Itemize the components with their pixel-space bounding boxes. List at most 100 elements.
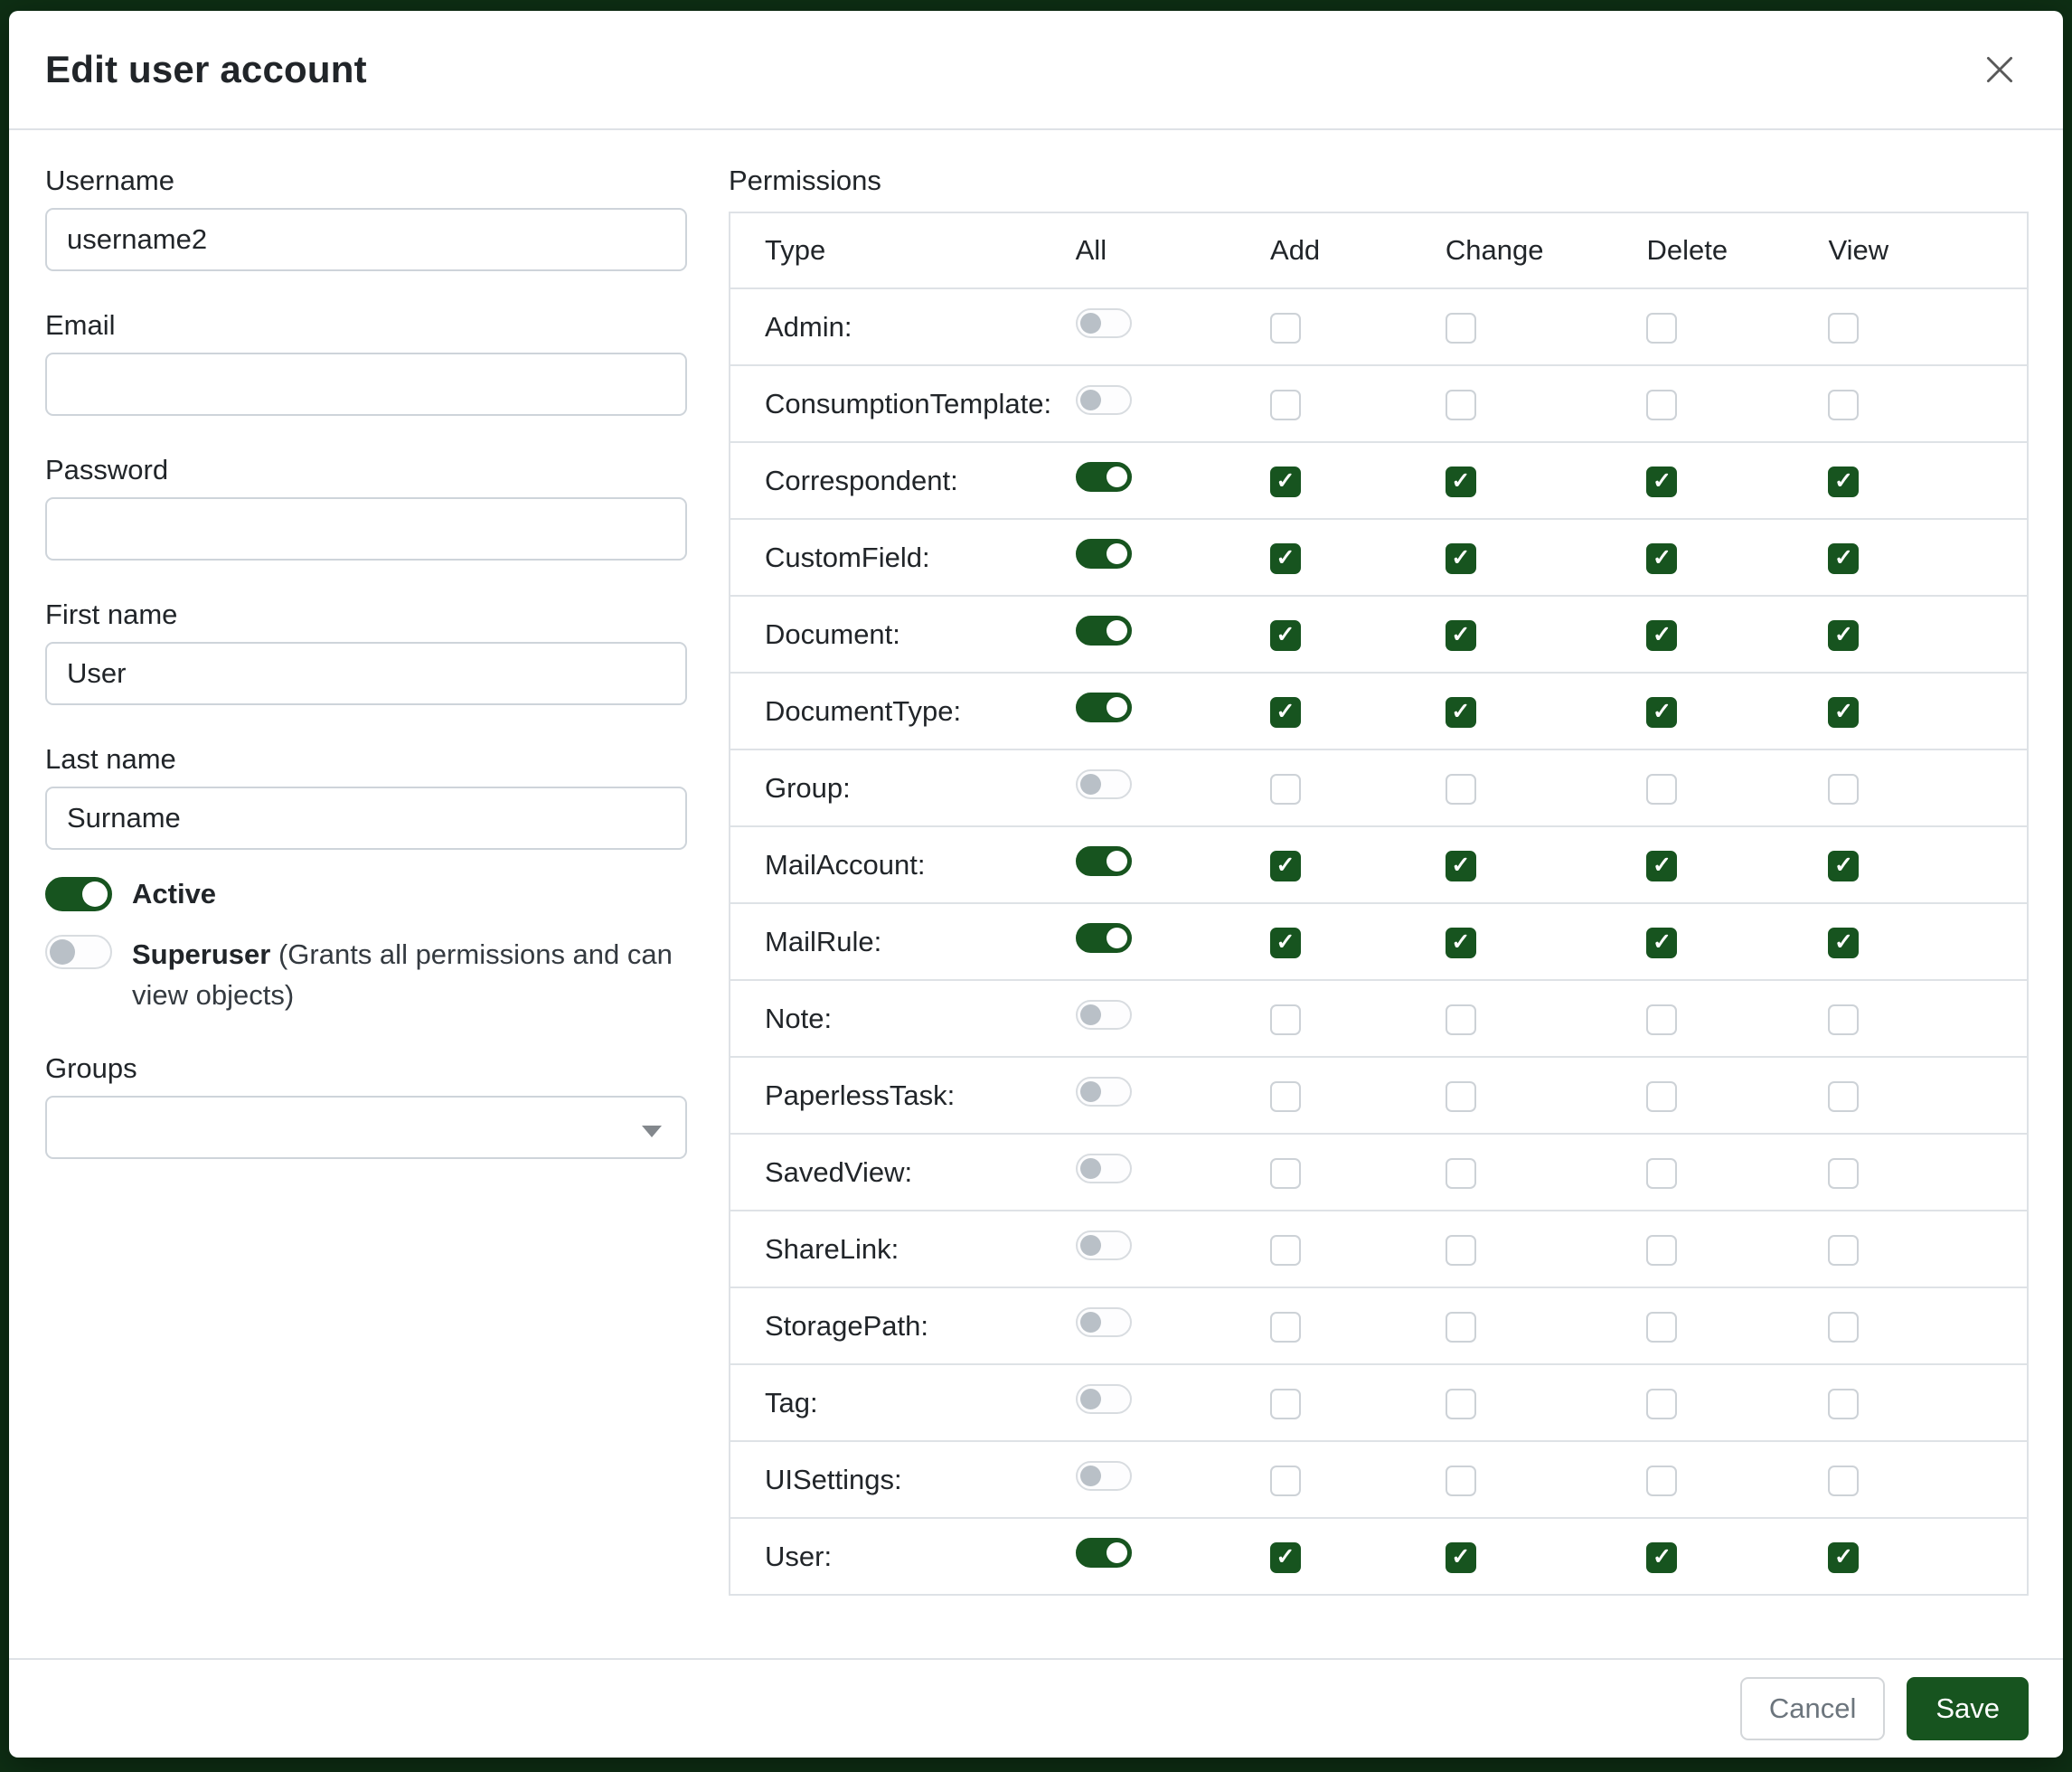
permission-all-toggle[interactable] <box>1076 616 1132 646</box>
permission-row: User: <box>730 1518 2028 1595</box>
permission-delete-checkbox[interactable] <box>1646 774 1677 805</box>
permission-add-checkbox[interactable] <box>1270 697 1301 728</box>
permission-view-checkbox[interactable] <box>1828 620 1859 651</box>
permission-add-checkbox[interactable] <box>1270 928 1301 958</box>
permission-all-toggle[interactable] <box>1076 1307 1132 1337</box>
save-button[interactable]: Save <box>1907 1677 2029 1740</box>
permission-view-checkbox[interactable] <box>1828 1081 1859 1112</box>
permission-view-checkbox[interactable] <box>1828 1389 1859 1419</box>
permission-delete-checkbox[interactable] <box>1646 1004 1677 1035</box>
groups-field-group: Groups <box>45 1052 687 1159</box>
permission-change-checkbox[interactable] <box>1446 620 1476 651</box>
permission-all-toggle[interactable] <box>1076 1384 1132 1414</box>
permission-change-checkbox[interactable] <box>1446 1312 1476 1343</box>
permission-delete-checkbox[interactable] <box>1646 1542 1677 1573</box>
permission-add-checkbox[interactable] <box>1270 1542 1301 1573</box>
permission-view-checkbox[interactable] <box>1828 313 1859 344</box>
email-input[interactable] <box>45 353 687 416</box>
permission-change-checkbox[interactable] <box>1446 851 1476 881</box>
permission-change-checkbox[interactable] <box>1446 390 1476 420</box>
permission-delete-checkbox[interactable] <box>1646 390 1677 420</box>
permission-view-checkbox[interactable] <box>1828 1312 1859 1343</box>
permission-all-toggle[interactable] <box>1076 1000 1132 1030</box>
permission-view-checkbox[interactable] <box>1828 851 1859 881</box>
permission-add-checkbox[interactable] <box>1270 1389 1301 1419</box>
permission-all-toggle[interactable] <box>1076 693 1132 722</box>
permission-add-checkbox[interactable] <box>1270 851 1301 881</box>
permission-change-checkbox[interactable] <box>1446 1235 1476 1266</box>
permission-delete-checkbox[interactable] <box>1646 1389 1677 1419</box>
permission-change-checkbox[interactable] <box>1446 467 1476 497</box>
permission-add-checkbox[interactable] <box>1270 774 1301 805</box>
permission-add-checkbox[interactable] <box>1270 1004 1301 1035</box>
cancel-button[interactable]: Cancel <box>1740 1677 1886 1740</box>
permission-all-toggle[interactable] <box>1076 1154 1132 1183</box>
permission-row: Admin: <box>730 288 2028 365</box>
permission-view-checkbox[interactable] <box>1828 390 1859 420</box>
permission-change-checkbox[interactable] <box>1446 1542 1476 1573</box>
close-button[interactable] <box>1974 44 2025 95</box>
permission-add-checkbox[interactable] <box>1270 543 1301 574</box>
permission-all-toggle[interactable] <box>1076 1230 1132 1260</box>
permission-all-toggle[interactable] <box>1076 769 1132 799</box>
permission-all-toggle[interactable] <box>1076 1538 1132 1568</box>
permission-change-checkbox[interactable] <box>1446 1004 1476 1035</box>
permission-view-checkbox[interactable] <box>1828 1158 1859 1189</box>
password-input[interactable] <box>45 497 687 561</box>
permission-change-checkbox[interactable] <box>1446 543 1476 574</box>
permission-delete-checkbox[interactable] <box>1646 697 1677 728</box>
permission-add-checkbox[interactable] <box>1270 467 1301 497</box>
permission-all-toggle[interactable] <box>1076 462 1132 492</box>
username-input[interactable] <box>45 208 687 271</box>
permission-change-checkbox[interactable] <box>1446 1158 1476 1189</box>
permission-change-checkbox[interactable] <box>1446 697 1476 728</box>
permission-delete-checkbox[interactable] <box>1646 313 1677 344</box>
permission-add-checkbox[interactable] <box>1270 1466 1301 1496</box>
permission-view-checkbox[interactable] <box>1828 1235 1859 1266</box>
permission-add-checkbox[interactable] <box>1270 313 1301 344</box>
permission-add-checkbox[interactable] <box>1270 620 1301 651</box>
permission-delete-checkbox[interactable] <box>1646 1466 1677 1496</box>
permission-delete-checkbox[interactable] <box>1646 1312 1677 1343</box>
superuser-toggle[interactable] <box>45 935 112 969</box>
permission-add-checkbox[interactable] <box>1270 1312 1301 1343</box>
permission-add-checkbox[interactable] <box>1270 1158 1301 1189</box>
permission-change-checkbox[interactable] <box>1446 774 1476 805</box>
permission-view-checkbox[interactable] <box>1828 697 1859 728</box>
permission-view-checkbox[interactable] <box>1828 774 1859 805</box>
permission-all-toggle[interactable] <box>1076 1461 1132 1491</box>
permission-row: PaperlessTask: <box>730 1057 2028 1134</box>
last-name-input[interactable] <box>45 787 687 850</box>
permission-delete-checkbox[interactable] <box>1646 851 1677 881</box>
permission-add-checkbox[interactable] <box>1270 390 1301 420</box>
permission-delete-checkbox[interactable] <box>1646 928 1677 958</box>
permission-add-checkbox[interactable] <box>1270 1081 1301 1112</box>
active-toggle[interactable] <box>45 877 112 911</box>
permission-view-checkbox[interactable] <box>1828 543 1859 574</box>
permission-change-checkbox[interactable] <box>1446 928 1476 958</box>
permission-all-toggle[interactable] <box>1076 539 1132 569</box>
permission-change-checkbox[interactable] <box>1446 313 1476 344</box>
permission-view-checkbox[interactable] <box>1828 467 1859 497</box>
permission-delete-checkbox[interactable] <box>1646 1081 1677 1112</box>
permission-change-checkbox[interactable] <box>1446 1389 1476 1419</box>
permission-view-checkbox[interactable] <box>1828 1466 1859 1496</box>
permission-all-toggle[interactable] <box>1076 1077 1132 1107</box>
permission-delete-checkbox[interactable] <box>1646 1158 1677 1189</box>
permission-view-checkbox[interactable] <box>1828 1542 1859 1573</box>
permission-all-toggle[interactable] <box>1076 385 1132 415</box>
permission-delete-checkbox[interactable] <box>1646 467 1677 497</box>
permission-all-toggle[interactable] <box>1076 308 1132 338</box>
permission-all-toggle[interactable] <box>1076 923 1132 953</box>
groups-select[interactable] <box>45 1096 687 1159</box>
permission-delete-checkbox[interactable] <box>1646 620 1677 651</box>
permission-all-toggle[interactable] <box>1076 846 1132 876</box>
first-name-input[interactable] <box>45 642 687 705</box>
permission-change-checkbox[interactable] <box>1446 1081 1476 1112</box>
permission-delete-checkbox[interactable] <box>1646 543 1677 574</box>
permission-change-checkbox[interactable] <box>1446 1466 1476 1496</box>
permission-delete-checkbox[interactable] <box>1646 1235 1677 1266</box>
permission-view-checkbox[interactable] <box>1828 1004 1859 1035</box>
permission-add-checkbox[interactable] <box>1270 1235 1301 1266</box>
permission-view-checkbox[interactable] <box>1828 928 1859 958</box>
